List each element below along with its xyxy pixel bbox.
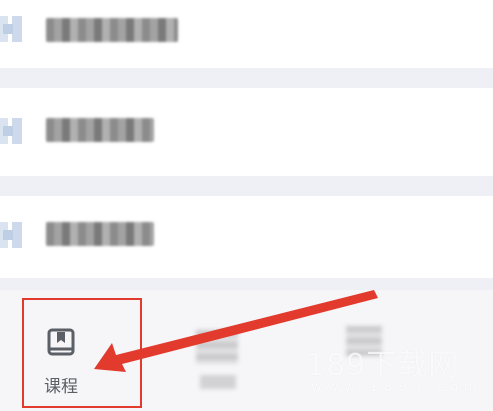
list-item[interactable] (0, 88, 493, 176)
avatar-icon (0, 222, 22, 248)
avatar-icon (0, 16, 22, 42)
book-icon (47, 328, 75, 356)
list-item-name (46, 222, 154, 246)
list-item[interactable] (0, 196, 493, 278)
tab-courses[interactable]: 课程 (22, 298, 142, 408)
avatar-icon (0, 118, 22, 144)
blurred-icon[interactable] (196, 330, 238, 364)
list-item-name (46, 118, 154, 142)
watermark-url: www.189d.com (311, 380, 483, 395)
tab-courses-label: 课程 (44, 377, 78, 397)
watermark-logo: 189下载网 (306, 348, 460, 383)
list-item[interactable] (0, 0, 493, 68)
tab-label (200, 375, 236, 389)
list-item-name (46, 18, 178, 42)
